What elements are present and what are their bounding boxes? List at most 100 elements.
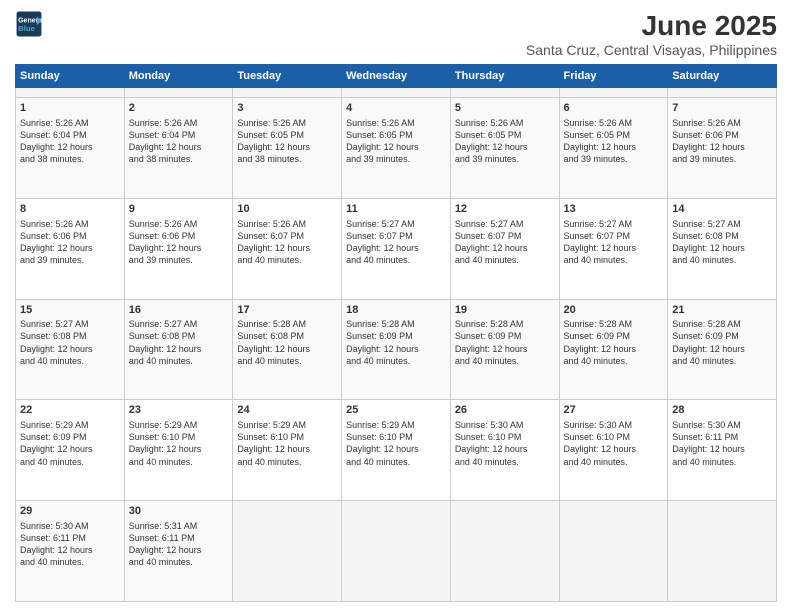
header: General Blue June 2025 Santa Cruz, Centr…	[15, 10, 777, 58]
day-number: 8	[20, 202, 120, 217]
day-info-line: and 38 minutes.	[129, 153, 229, 165]
day-number: 9	[129, 202, 229, 217]
day-info-line: and 40 minutes.	[672, 254, 772, 266]
day-info-line: Sunrise: 5:26 AM	[237, 117, 337, 129]
day-info-line: Sunset: 6:08 PM	[672, 230, 772, 242]
day-info-line: Sunrise: 5:27 AM	[20, 318, 120, 330]
calendar-week-row: 29Sunrise: 5:30 AMSunset: 6:11 PMDayligh…	[16, 501, 777, 602]
table-row: 6Sunrise: 5:26 AMSunset: 6:05 PMDaylight…	[559, 97, 668, 198]
table-row: 30Sunrise: 5:31 AMSunset: 6:11 PMDayligh…	[124, 501, 233, 602]
col-sunday: Sunday	[16, 65, 125, 88]
col-wednesday: Wednesday	[342, 65, 451, 88]
day-info-line: and 40 minutes.	[20, 456, 120, 468]
table-row: 4Sunrise: 5:26 AMSunset: 6:05 PMDaylight…	[342, 97, 451, 198]
day-number: 22	[20, 403, 120, 418]
table-row	[342, 88, 451, 98]
day-info-line: and 39 minutes.	[672, 153, 772, 165]
day-info-line: and 40 minutes.	[129, 355, 229, 367]
day-info-line: Daylight: 12 hours	[564, 443, 664, 455]
day-info-line: Daylight: 12 hours	[237, 343, 337, 355]
day-info-line: Sunrise: 5:30 AM	[564, 419, 664, 431]
table-row	[559, 88, 668, 98]
day-info-line: Sunset: 6:09 PM	[455, 330, 555, 342]
day-info-line: and 40 minutes.	[455, 254, 555, 266]
table-row: 27Sunrise: 5:30 AMSunset: 6:10 PMDayligh…	[559, 400, 668, 501]
day-number: 11	[346, 202, 446, 217]
calendar-week-row	[16, 88, 777, 98]
table-row: 7Sunrise: 5:26 AMSunset: 6:06 PMDaylight…	[668, 97, 777, 198]
day-number: 16	[129, 303, 229, 318]
table-row: 26Sunrise: 5:30 AMSunset: 6:10 PMDayligh…	[450, 400, 559, 501]
calendar-table: Sunday Monday Tuesday Wednesday Thursday…	[15, 64, 777, 602]
day-number: 25	[346, 403, 446, 418]
day-info-line: Sunset: 6:05 PM	[237, 129, 337, 141]
main-title: June 2025	[526, 10, 777, 42]
day-number: 20	[564, 303, 664, 318]
day-info-line: Sunrise: 5:26 AM	[129, 218, 229, 230]
day-info-line: and 40 minutes.	[129, 556, 229, 568]
logo-icon: General Blue	[15, 10, 43, 38]
day-number: 3	[237, 101, 337, 116]
day-info-line: Sunrise: 5:30 AM	[672, 419, 772, 431]
day-info-line: Sunset: 6:07 PM	[455, 230, 555, 242]
day-info-line: and 39 minutes.	[455, 153, 555, 165]
table-row: 25Sunrise: 5:29 AMSunset: 6:10 PMDayligh…	[342, 400, 451, 501]
day-info-line: Sunrise: 5:31 AM	[129, 520, 229, 532]
day-info-line: Sunset: 6:08 PM	[129, 330, 229, 342]
day-info-line: Daylight: 12 hours	[20, 242, 120, 254]
calendar-week-row: 22Sunrise: 5:29 AMSunset: 6:09 PMDayligh…	[16, 400, 777, 501]
day-info-line: and 40 minutes.	[129, 456, 229, 468]
table-row: 11Sunrise: 5:27 AMSunset: 6:07 PMDayligh…	[342, 198, 451, 299]
day-info-line: Daylight: 12 hours	[455, 343, 555, 355]
logo: General Blue	[15, 10, 43, 38]
day-number: 10	[237, 202, 337, 217]
day-info-line: Sunrise: 5:29 AM	[346, 419, 446, 431]
day-info-line: Sunrise: 5:26 AM	[237, 218, 337, 230]
day-info-line: and 40 minutes.	[346, 456, 446, 468]
table-row: 19Sunrise: 5:28 AMSunset: 6:09 PMDayligh…	[450, 299, 559, 400]
day-info-line: Sunrise: 5:27 AM	[129, 318, 229, 330]
day-info-line: Sunset: 6:06 PM	[129, 230, 229, 242]
table-row: 17Sunrise: 5:28 AMSunset: 6:08 PMDayligh…	[233, 299, 342, 400]
day-number: 24	[237, 403, 337, 418]
day-info-line: and 40 minutes.	[237, 254, 337, 266]
day-info-line: Daylight: 12 hours	[564, 141, 664, 153]
day-info-line: and 40 minutes.	[564, 254, 664, 266]
table-row: 18Sunrise: 5:28 AMSunset: 6:09 PMDayligh…	[342, 299, 451, 400]
day-info-line: Sunset: 6:05 PM	[455, 129, 555, 141]
day-info-line: Daylight: 12 hours	[564, 343, 664, 355]
day-info-line: Daylight: 12 hours	[346, 242, 446, 254]
day-info-line: and 40 minutes.	[564, 355, 664, 367]
table-row: 9Sunrise: 5:26 AMSunset: 6:06 PMDaylight…	[124, 198, 233, 299]
table-row: 14Sunrise: 5:27 AMSunset: 6:08 PMDayligh…	[668, 198, 777, 299]
day-info-line: Daylight: 12 hours	[346, 141, 446, 153]
day-info-line: Sunrise: 5:28 AM	[237, 318, 337, 330]
table-row	[124, 88, 233, 98]
day-info-line: Sunset: 6:10 PM	[564, 431, 664, 443]
day-info-line: Sunset: 6:10 PM	[129, 431, 229, 443]
day-info-line: Sunset: 6:10 PM	[455, 431, 555, 443]
day-info-line: Sunrise: 5:27 AM	[672, 218, 772, 230]
day-number: 29	[20, 504, 120, 519]
table-row: 20Sunrise: 5:28 AMSunset: 6:09 PMDayligh…	[559, 299, 668, 400]
day-info-line: Sunrise: 5:29 AM	[237, 419, 337, 431]
table-row: 29Sunrise: 5:30 AMSunset: 6:11 PMDayligh…	[16, 501, 125, 602]
day-info-line: Daylight: 12 hours	[346, 343, 446, 355]
day-number: 7	[672, 101, 772, 116]
day-info-line: Daylight: 12 hours	[20, 343, 120, 355]
col-friday: Friday	[559, 65, 668, 88]
day-number: 18	[346, 303, 446, 318]
day-info-line: Sunset: 6:09 PM	[564, 330, 664, 342]
day-info-line: and 40 minutes.	[237, 355, 337, 367]
day-info-line: and 39 minutes.	[129, 254, 229, 266]
day-number: 4	[346, 101, 446, 116]
day-number: 14	[672, 202, 772, 217]
day-info-line: Sunset: 6:04 PM	[129, 129, 229, 141]
day-number: 13	[564, 202, 664, 217]
day-info-line: Sunset: 6:09 PM	[346, 330, 446, 342]
day-info-line: Sunset: 6:11 PM	[672, 431, 772, 443]
day-info-line: Daylight: 12 hours	[129, 343, 229, 355]
day-info-line: Sunset: 6:07 PM	[346, 230, 446, 242]
table-row: 28Sunrise: 5:30 AMSunset: 6:11 PMDayligh…	[668, 400, 777, 501]
day-number: 2	[129, 101, 229, 116]
